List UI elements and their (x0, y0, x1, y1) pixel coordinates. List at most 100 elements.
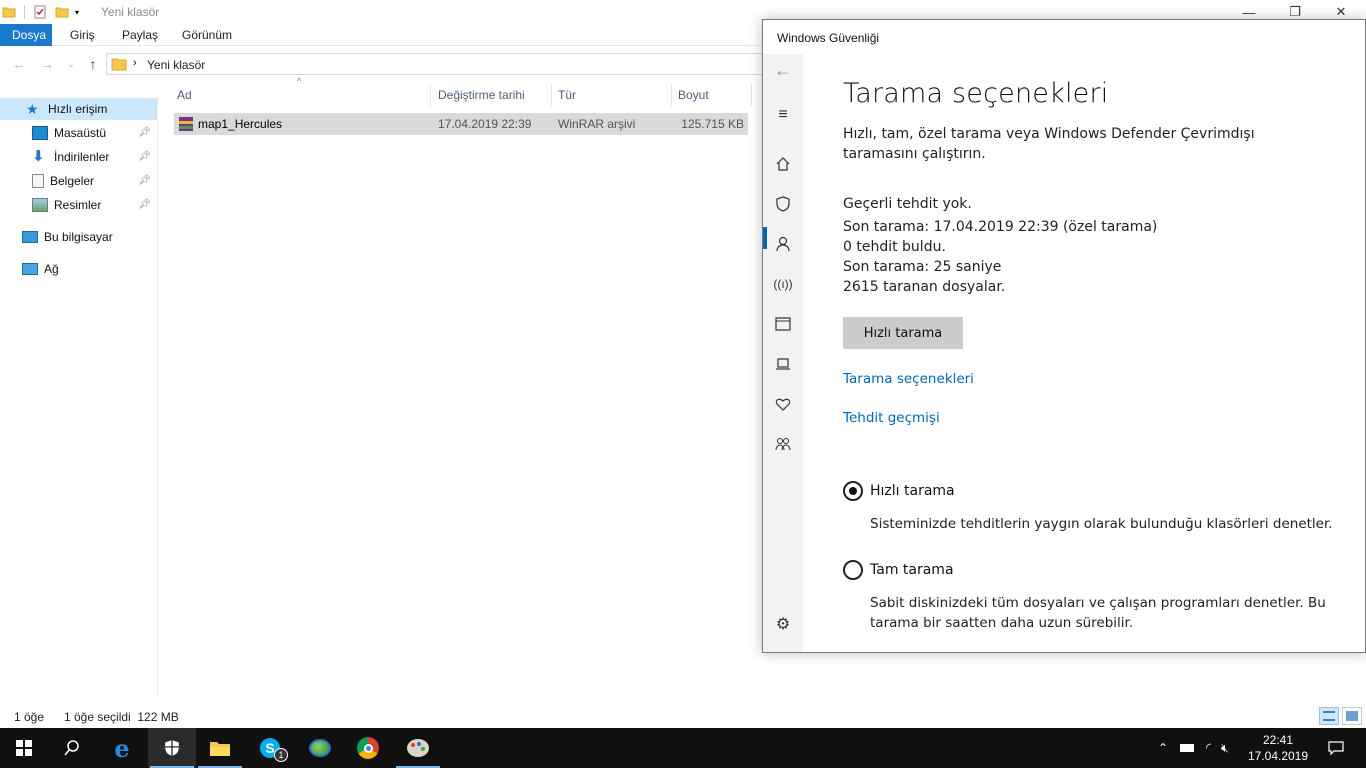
sidebar-item-desktop[interactable]: Masaüstü 📌︎ (0, 122, 157, 144)
status-files-scanned: 2615 taranan dosyalar. (843, 279, 1006, 295)
taskbar-chrome[interactable] (344, 728, 392, 768)
column-header-size[interactable]: Boyut (672, 84, 752, 106)
paint-palette-icon (407, 739, 429, 757)
breadcrumb[interactable]: Yeni klasör (147, 58, 205, 72)
sidebar-item-label: Hızlı erişim (48, 102, 108, 116)
documents-icon (32, 174, 44, 188)
window-title: Yeni klasör (101, 5, 160, 19)
sidebar-item-pictures[interactable]: Resimler 📌︎ (0, 194, 157, 216)
security-nav-rail: ← ≡ ((ı)) ⚙ (763, 54, 803, 652)
threat-history-link[interactable]: Tehdit geçmişi (843, 410, 940, 426)
full-scan-description: Sabit diskinizdeki tüm dosyaları ve çalı… (870, 595, 1326, 631)
quick-access-toolbar: ▾ (2, 3, 79, 21)
up-button[interactable]: ↑ (84, 55, 102, 73)
breadcrumb-separator-icon[interactable]: › (133, 57, 137, 69)
page-title: Tarama seçenekleri (843, 78, 1109, 109)
address-input[interactable]: › Yeni klasör (106, 53, 806, 75)
windows-logo-icon (16, 740, 32, 756)
quick-scan-description: Sisteminizde tehditlerin yaygın olarak b… (870, 516, 1333, 532)
restore-icon: ❐ (1289, 4, 1301, 19)
file-size: 125.715 KB (681, 117, 744, 131)
pin-icon[interactable]: 📌︎ (138, 199, 151, 210)
sidebar-item-documents[interactable]: Belgeler 📌︎ (0, 170, 157, 192)
shield-icon[interactable] (773, 194, 793, 214)
tab-home[interactable]: Giriş (58, 24, 107, 46)
taskbar-edge[interactable]: e (98, 728, 146, 768)
recent-locations-button[interactable]: ⌄ (62, 55, 80, 73)
sidebar-item-label: Belgeler (50, 174, 95, 188)
full-scan-radio[interactable] (843, 560, 863, 580)
home-icon[interactable] (773, 154, 793, 174)
battery-icon[interactable] (1180, 744, 1194, 752)
search-button[interactable] (48, 728, 96, 768)
pin-icon[interactable]: 📌︎ (138, 127, 151, 138)
back-arrow-icon[interactable]: ← (773, 60, 793, 80)
back-button[interactable]: ← (10, 55, 28, 73)
chrome-icon (357, 737, 379, 759)
quick-scan-radio[interactable] (843, 481, 863, 501)
hamburger-menu-icon[interactable]: ≡ (773, 105, 793, 125)
network-icon (22, 263, 38, 275)
action-center-button[interactable] (1316, 728, 1356, 768)
speaker-muted-icon[interactable]: 🔇︎ (1221, 741, 1229, 756)
globe-icon (309, 739, 331, 757)
scan-options-link[interactable]: Tarama seçenekleri (843, 371, 974, 387)
sidebar-item-label: Resimler (54, 198, 102, 212)
close-icon: ✕ (1335, 4, 1347, 19)
properties-icon[interactable] (33, 5, 47, 19)
taskbar-windows-security[interactable] (148, 728, 196, 768)
app-browser-control-icon[interactable] (773, 314, 793, 334)
sidebar-item-network[interactable]: Ağ (0, 258, 157, 280)
tab-view[interactable]: Görünüm (170, 24, 244, 46)
column-header-name[interactable]: Ad (171, 84, 431, 106)
sidebar-item-label: Masaüstü (54, 126, 107, 140)
taskbar-file-explorer[interactable] (196, 728, 244, 768)
details-view-button[interactable] (1319, 707, 1339, 725)
column-header-date[interactable]: Değiştirme tarihi (432, 84, 552, 106)
sidebar-item-downloads[interactable]: ⬇ İndirilenler 📌︎ (0, 146, 157, 168)
forward-button[interactable]: → (38, 55, 56, 73)
folder-icon[interactable] (2, 5, 16, 19)
wifi-icon[interactable]: ◜ (1206, 740, 1211, 756)
clock[interactable]: 22:41 17.04.2019 (1246, 732, 1310, 764)
security-window-title: Windows Güvenliği (777, 31, 880, 45)
desktop-icon (32, 126, 48, 140)
file-date: 17.04.2019 22:39 (438, 117, 532, 131)
account-icon[interactable] (773, 234, 793, 254)
status-selection: 1 öğe seçildi 122 MB (64, 710, 179, 724)
skype-badge: 1 (274, 748, 288, 762)
device-health-icon[interactable] (773, 394, 793, 414)
status-threats: Geçerli tehdit yok. (843, 196, 972, 212)
status-scan-duration: Son tarama: 25 saniye (843, 259, 1002, 275)
computer-icon (22, 231, 38, 243)
pin-icon[interactable]: 📌︎ (138, 175, 151, 186)
taskbar-paint[interactable] (394, 728, 442, 768)
page-description: Hızlı, tam, özel tarama veya Windows Def… (843, 126, 1255, 162)
forward-arrow-icon: → (40, 56, 54, 72)
taskbar-globe-app[interactable] (296, 728, 344, 768)
family-options-icon[interactable] (773, 434, 793, 454)
chevron-up-icon[interactable]: ⌃ (1156, 741, 1170, 755)
status-item-count: 1 öğe (14, 710, 45, 724)
quick-scan-button[interactable]: Hızlı tarama (843, 317, 963, 349)
new-folder-icon[interactable] (55, 5, 69, 19)
file-type: WinRAR arşivi (558, 117, 636, 131)
large-icons-view-button[interactable] (1342, 707, 1362, 725)
device-security-icon[interactable] (773, 354, 793, 374)
table-row[interactable]: map1_Hercules 17.04.2019 22:39 WinRAR ar… (174, 113, 748, 135)
pin-icon[interactable]: 📌︎ (138, 151, 151, 162)
column-header-type[interactable]: Tür (552, 84, 672, 106)
tab-share[interactable]: Paylaş (110, 24, 170, 46)
customize-qa-icon[interactable]: ▾ (75, 8, 79, 17)
tab-file[interactable]: Dosya (0, 24, 52, 46)
firewall-network-icon[interactable]: ((ı)) (773, 274, 793, 294)
sidebar-item-quick-access[interactable]: ★ Hızlı erişim (0, 98, 157, 120)
folder-icon (111, 58, 127, 71)
minimize-icon: — (1242, 4, 1256, 20)
sidebar-item-label: Ağ (44, 262, 59, 276)
taskbar-skype[interactable]: S 1 (246, 728, 294, 768)
gear-icon[interactable]: ⚙ (773, 614, 793, 634)
status-threats-found: 0 tehdit buldu. (843, 239, 946, 255)
start-button[interactable] (0, 728, 48, 768)
sidebar-item-this-pc[interactable]: Bu bilgisayar (0, 226, 157, 248)
